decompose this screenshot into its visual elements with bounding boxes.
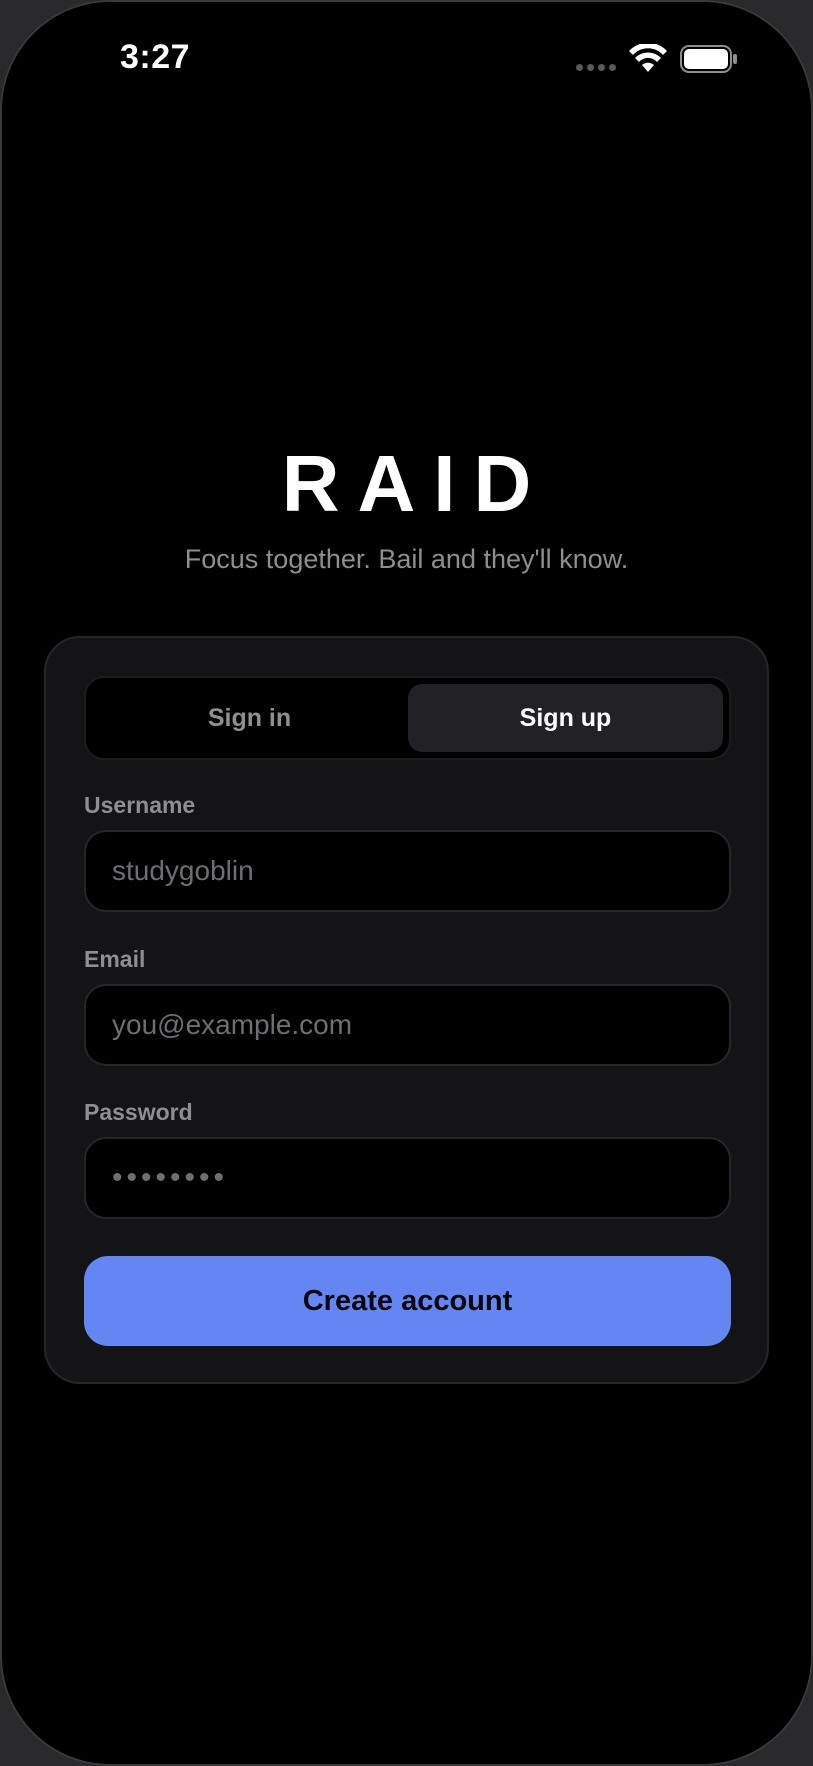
tab-sign-up[interactable]: Sign up <box>408 684 723 752</box>
create-account-button[interactable]: Create account <box>84 1256 731 1346</box>
app-tagline: Focus together. Bail and they'll know. <box>184 544 629 574</box>
email-label: Email <box>84 946 146 972</box>
username-label: Username <box>84 792 196 818</box>
cellular-signal-icon <box>576 64 616 71</box>
auth-card: Sign in Sign up Username Email Password … <box>44 636 769 1384</box>
username-field[interactable] <box>84 830 731 912</box>
email-field[interactable] <box>84 984 731 1066</box>
phone-screen: 3:27 RAID Focus together. Bail and they'… <box>0 0 813 1766</box>
tab-sign-in[interactable]: Sign in <box>92 684 407 752</box>
app-title: RAID <box>281 439 550 528</box>
battery-icon <box>680 45 737 73</box>
password-field[interactable] <box>84 1137 731 1219</box>
password-label: Password <box>84 1099 193 1125</box>
status-bar: 3:27 <box>0 0 813 120</box>
wifi-icon <box>629 44 667 72</box>
status-time: 3:27 <box>120 38 191 76</box>
auth-mode-toggle: Sign in Sign up <box>84 676 731 760</box>
